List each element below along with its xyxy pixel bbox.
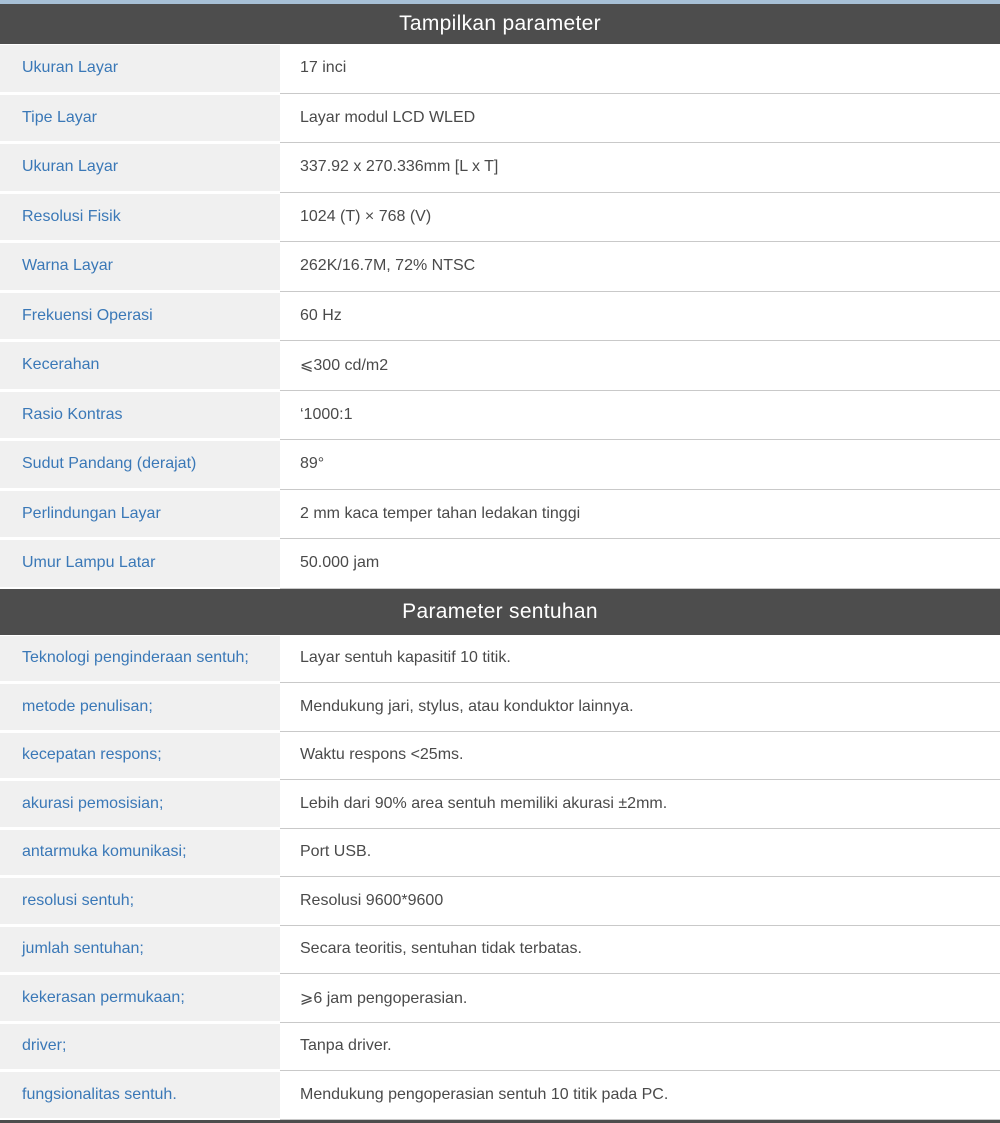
spec-sections: Tampilkan parameterUkuran Layar17 inciTi… bbox=[0, 4, 1000, 1120]
spec-value: ⩾6 jam pengoperasian. bbox=[280, 974, 1000, 1023]
spec-label: kekerasan permukaan; bbox=[0, 974, 280, 1023]
spec-value: ⩽300 cd/m2 bbox=[280, 341, 1000, 391]
spec-label: antarmuka komunikasi; bbox=[0, 829, 280, 878]
spec-label: Sudut Pandang (derajat) bbox=[0, 440, 280, 490]
spec-row: Tipe LayarLayar modul LCD WLED bbox=[0, 94, 1000, 144]
spec-label: Frekuensi Operasi bbox=[0, 292, 280, 342]
spec-row: resolusi sentuh;Resolusi 9600*9600 bbox=[0, 877, 1000, 926]
spec-value: 89° bbox=[280, 440, 1000, 490]
spec-label: Teknologi penginderaan sentuh; bbox=[0, 635, 280, 684]
spec-row: jumlah sentuhan;Secara teoritis, sentuha… bbox=[0, 926, 1000, 975]
spec-label: metode penulisan; bbox=[0, 683, 280, 732]
spec-value: 337.92 x 270.336mm [L x T] bbox=[280, 143, 1000, 193]
spec-value: Lebih dari 90% area sentuh memiliki akur… bbox=[280, 780, 1000, 829]
spec-row: driver;Tanpa driver. bbox=[0, 1023, 1000, 1072]
spec-row: Ukuran Layar337.92 x 270.336mm [L x T] bbox=[0, 143, 1000, 193]
spec-row: Warna Layar262K/16.7M, 72% NTSC bbox=[0, 242, 1000, 292]
spec-value: Mendukung pengoperasian sentuh 10 titik … bbox=[280, 1071, 1000, 1120]
spec-value: Tanpa driver. bbox=[280, 1023, 1000, 1072]
spec-value: ‘1000:1 bbox=[280, 391, 1000, 441]
spec-row: Rasio Kontras‘1000:1 bbox=[0, 391, 1000, 441]
spec-label: driver; bbox=[0, 1023, 280, 1072]
spec-label: Kecerahan bbox=[0, 341, 280, 391]
spec-label: Resolusi Fisik bbox=[0, 193, 280, 243]
spec-value: Port USB. bbox=[280, 829, 1000, 878]
spec-label: fungsionalitas sentuh. bbox=[0, 1071, 280, 1120]
spec-label: Ukuran Layar bbox=[0, 44, 280, 94]
spec-row: akurasi pemosisian;Lebih dari 90% area s… bbox=[0, 780, 1000, 829]
spec-row: Sudut Pandang (derajat)89° bbox=[0, 440, 1000, 490]
spec-value: Mendukung jari, stylus, atau konduktor l… bbox=[280, 683, 1000, 732]
spec-row: fungsionalitas sentuh.Mendukung pengoper… bbox=[0, 1071, 1000, 1120]
spec-row: Umur Lampu Latar50.000 jam bbox=[0, 539, 1000, 589]
spec-label: Ukuran Layar bbox=[0, 143, 280, 193]
spec-row: Resolusi Fisik1024 (T) × 768 (V) bbox=[0, 193, 1000, 243]
spec-row: kekerasan permukaan;⩾6 jam pengoperasian… bbox=[0, 974, 1000, 1023]
spec-label: Rasio Kontras bbox=[0, 391, 280, 441]
spec-value: Resolusi 9600*9600 bbox=[280, 877, 1000, 926]
spec-row: antarmuka komunikasi;Port USB. bbox=[0, 829, 1000, 878]
spec-row: Teknologi penginderaan sentuh;Layar sent… bbox=[0, 635, 1000, 684]
spec-page: Tampilkan parameterUkuran Layar17 inciTi… bbox=[0, 0, 1000, 1123]
spec-value: Waktu respons <25ms. bbox=[280, 732, 1000, 781]
spec-row: Ukuran Layar17 inci bbox=[0, 44, 1000, 94]
spec-label: Umur Lampu Latar bbox=[0, 539, 280, 589]
spec-label: Tipe Layar bbox=[0, 94, 280, 144]
spec-row: Frekuensi Operasi60 Hz bbox=[0, 292, 1000, 342]
spec-value: Secara teoritis, sentuhan tidak terbatas… bbox=[280, 926, 1000, 975]
bottom-accent-bar bbox=[0, 1120, 1000, 1123]
spec-value: Layar modul LCD WLED bbox=[280, 94, 1000, 144]
spec-value: 2 mm kaca temper tahan ledakan tinggi bbox=[280, 490, 1000, 540]
spec-row: metode penulisan;Mendukung jari, stylus,… bbox=[0, 683, 1000, 732]
spec-label: Warna Layar bbox=[0, 242, 280, 292]
spec-value: 60 Hz bbox=[280, 292, 1000, 342]
spec-value: 1024 (T) × 768 (V) bbox=[280, 193, 1000, 243]
spec-label: resolusi sentuh; bbox=[0, 877, 280, 926]
spec-label: kecepatan respons; bbox=[0, 732, 280, 781]
spec-value: 262K/16.7M, 72% NTSC bbox=[280, 242, 1000, 292]
spec-row: Kecerahan⩽300 cd/m2 bbox=[0, 341, 1000, 391]
spec-value: 50.000 jam bbox=[280, 539, 1000, 589]
spec-label: jumlah sentuhan; bbox=[0, 926, 280, 975]
spec-value: 17 inci bbox=[280, 44, 1000, 94]
section-header: Tampilkan parameter bbox=[0, 4, 1000, 44]
spec-label: Perlindungan Layar bbox=[0, 490, 280, 540]
spec-label: akurasi pemosisian; bbox=[0, 780, 280, 829]
spec-row: Perlindungan Layar2 mm kaca temper tahan… bbox=[0, 490, 1000, 540]
spec-row: kecepatan respons;Waktu respons <25ms. bbox=[0, 732, 1000, 781]
section-header: Parameter sentuhan bbox=[0, 589, 1000, 635]
spec-value: Layar sentuh kapasitif 10 titik. bbox=[280, 635, 1000, 684]
